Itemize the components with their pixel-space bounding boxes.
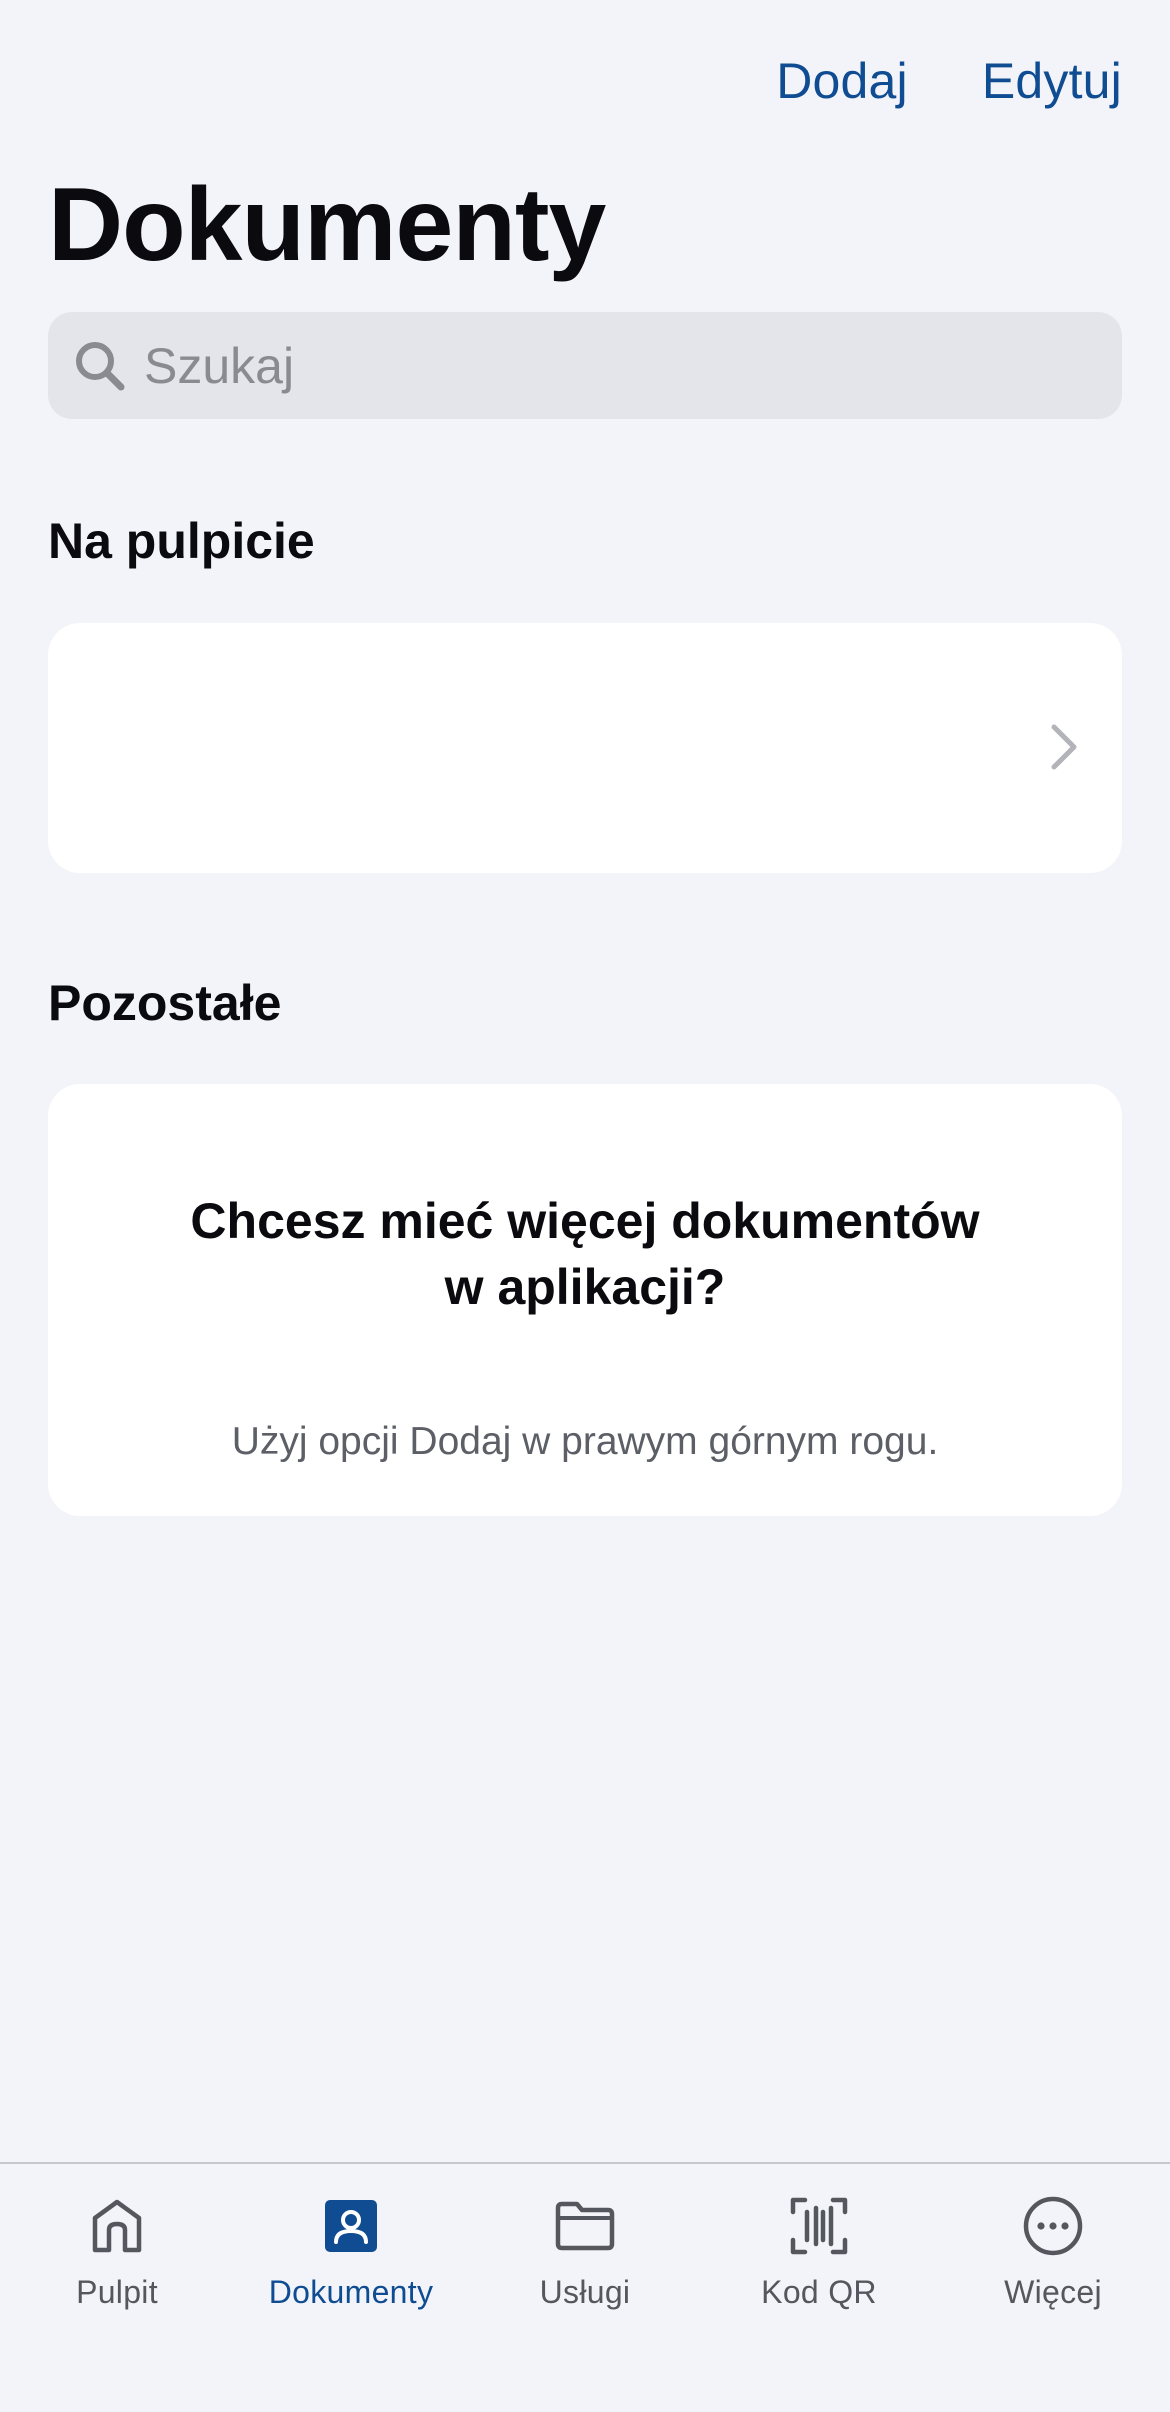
edit-button[interactable]: Edytuj	[982, 52, 1122, 110]
tab-label: Więcej	[1004, 2274, 1102, 2310]
home-icon	[92, 2199, 142, 2253]
empty-state-title: Chcesz mieć więcej dokumentów w aplikacj…	[190, 1193, 980, 1315]
tab-bar: Pulpit Dokumenty Usługi Kod QR Więcej	[0, 2162, 1170, 2412]
search-input[interactable]	[144, 336, 1044, 395]
search-bar[interactable]	[48, 312, 1122, 419]
section-title-others: Pozostałe	[48, 975, 282, 1031]
empty-state-card: Chcesz mieć więcej dokumentów w aplikacj…	[48, 1084, 1122, 1516]
empty-state-description: Użyj opcji Dodaj w prawym górnym rogu.	[231, 1420, 939, 1463]
tab-label: Dokumenty	[268, 2274, 434, 2310]
tab-kod-qr[interactable]: Kod QR	[702, 2164, 936, 2324]
tab-pulpit[interactable]: Pulpit	[0, 2164, 234, 2324]
tab-label: Kod QR	[761, 2274, 877, 2310]
more-icon	[1023, 2196, 1083, 2256]
add-button[interactable]: Dodaj	[776, 52, 908, 110]
desktop-documents-card[interactable]	[48, 623, 1122, 873]
tab-wiecej[interactable]: Więcej	[936, 2164, 1170, 2324]
tab-label: Usługi	[539, 2274, 631, 2310]
qr-scan-icon	[790, 2197, 848, 2255]
chevron-right-icon	[1051, 724, 1077, 770]
section-title-desktop: Na pulpicie	[48, 513, 315, 569]
folder-icon	[555, 2201, 615, 2251]
top-actions: Dodaj Edytuj	[776, 52, 1122, 110]
tab-label: Pulpit	[76, 2274, 158, 2310]
document-person-icon	[325, 2200, 377, 2252]
tab-dokumenty[interactable]: Dokumenty	[234, 2164, 468, 2324]
page-title: Dokumenty	[48, 167, 606, 283]
search-icon	[76, 341, 125, 390]
tab-uslugi[interactable]: Usługi	[468, 2164, 702, 2324]
documents-screen: Dodaj Edytuj Dokumenty Na pulpicie Pozos…	[0, 0, 1170, 2412]
